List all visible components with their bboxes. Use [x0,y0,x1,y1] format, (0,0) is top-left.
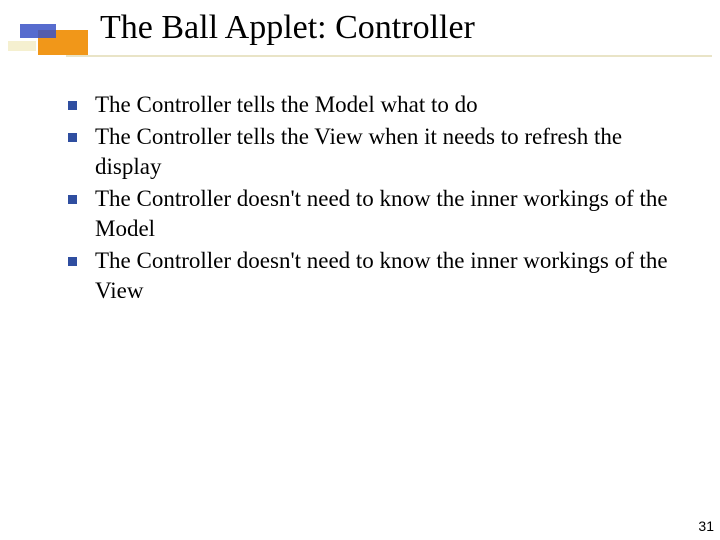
slide-title: The Ball Applet: Controller [100,8,475,48]
decor-blue-block-icon [20,24,56,38]
bullet-text: The Controller doesn't need to know the … [95,184,678,244]
square-bullet-icon [68,101,77,110]
square-bullet-icon [68,195,77,204]
bullet-text: The Controller tells the View when it ne… [95,122,678,182]
list-item: The Controller tells the Model what to d… [68,90,678,120]
decor-ivory-block-icon [8,41,36,51]
list-item: The Controller doesn't need to know the … [68,246,678,306]
slide-body: The Controller tells the Model what to d… [68,90,678,308]
square-bullet-icon [68,133,77,142]
slide: The Ball Applet: Controller The Controll… [0,0,720,540]
bullet-text: The Controller tells the Model what to d… [95,90,478,120]
title-underline [66,55,712,57]
list-item: The Controller tells the View when it ne… [68,122,678,182]
bullet-text: The Controller doesn't need to know the … [95,246,678,306]
square-bullet-icon [68,257,77,266]
page-number: 31 [698,518,714,534]
list-item: The Controller doesn't need to know the … [68,184,678,244]
